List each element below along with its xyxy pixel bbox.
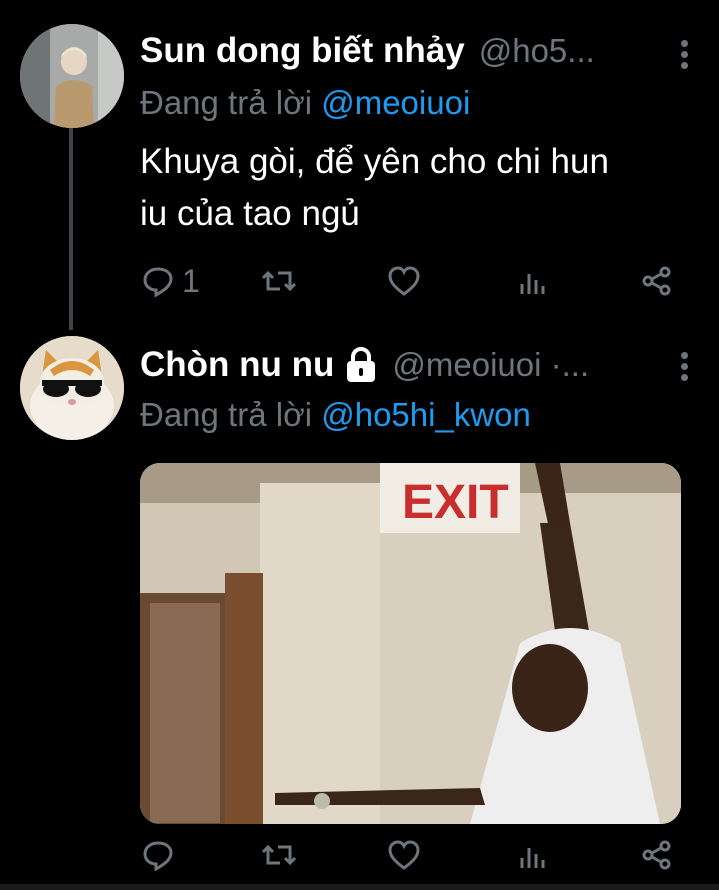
tweet-1[interactable]: Sun dong biết nhảy @ho5... Đang trả lời … — [0, 0, 719, 330]
reply-icon — [143, 267, 173, 297]
tweet-text-line: Khuya gòi, để yên cho chi hun — [140, 142, 609, 181]
exit-sign-text: EXIT — [402, 476, 509, 529]
divider — [0, 884, 719, 890]
tweet-text-line: iu của tao ngủ — [140, 194, 360, 233]
retweet-button[interactable] — [262, 261, 296, 301]
reply-mention-link[interactable]: @ho5hi_kwon — [321, 396, 531, 433]
analytics-icon — [520, 848, 545, 868]
reply-prefix: Đang trả lời — [140, 396, 313, 433]
more-options-icon[interactable] — [681, 352, 689, 385]
avatar[interactable] — [20, 24, 124, 128]
share-icon — [642, 266, 671, 296]
lock-icon — [344, 347, 378, 383]
reply-count: 1 — [182, 262, 200, 299]
author-handle[interactable]: @meoiuoi ·... — [392, 346, 589, 384]
tweet-media-image[interactable]: EXIT — [140, 463, 681, 824]
share-button[interactable] — [640, 835, 672, 875]
author-handle[interactable]: @ho5... — [479, 32, 595, 70]
heart-icon — [388, 840, 420, 870]
analytics-button[interactable] — [518, 835, 546, 875]
analytics-icon — [520, 274, 545, 294]
reply-context: Đang trả lời @meoiuoi — [140, 84, 470, 122]
reply-mention-link[interactable]: @meoiuoi — [321, 84, 470, 121]
retweet-icon — [262, 270, 296, 292]
retweet-icon — [262, 844, 296, 866]
retweet-button[interactable] — [262, 835, 296, 875]
like-button[interactable] — [388, 261, 420, 301]
like-button[interactable] — [388, 835, 420, 875]
reply-icon — [143, 841, 173, 871]
tweet-text: Khuya gòi, để yên cho chi hun iu của tao… — [140, 136, 700, 240]
analytics-button[interactable] — [518, 261, 546, 301]
reply-prefix: Đang trả lời — [140, 84, 313, 121]
author-name[interactable]: Chòn nu nu — [140, 345, 334, 385]
share-icon — [642, 840, 671, 870]
author-name[interactable]: Sun dong biết nhảy — [140, 31, 465, 71]
heart-icon — [388, 266, 420, 296]
action-bar: 1 — [140, 261, 685, 301]
reply-button[interactable]: 1 — [142, 261, 200, 301]
more-options-icon[interactable] — [681, 40, 689, 73]
action-bar — [140, 835, 685, 875]
share-button[interactable] — [640, 261, 672, 301]
reply-button[interactable] — [142, 835, 182, 875]
avatar[interactable] — [20, 336, 124, 440]
reply-context: Đang trả lời @ho5hi_kwon — [140, 396, 531, 434]
